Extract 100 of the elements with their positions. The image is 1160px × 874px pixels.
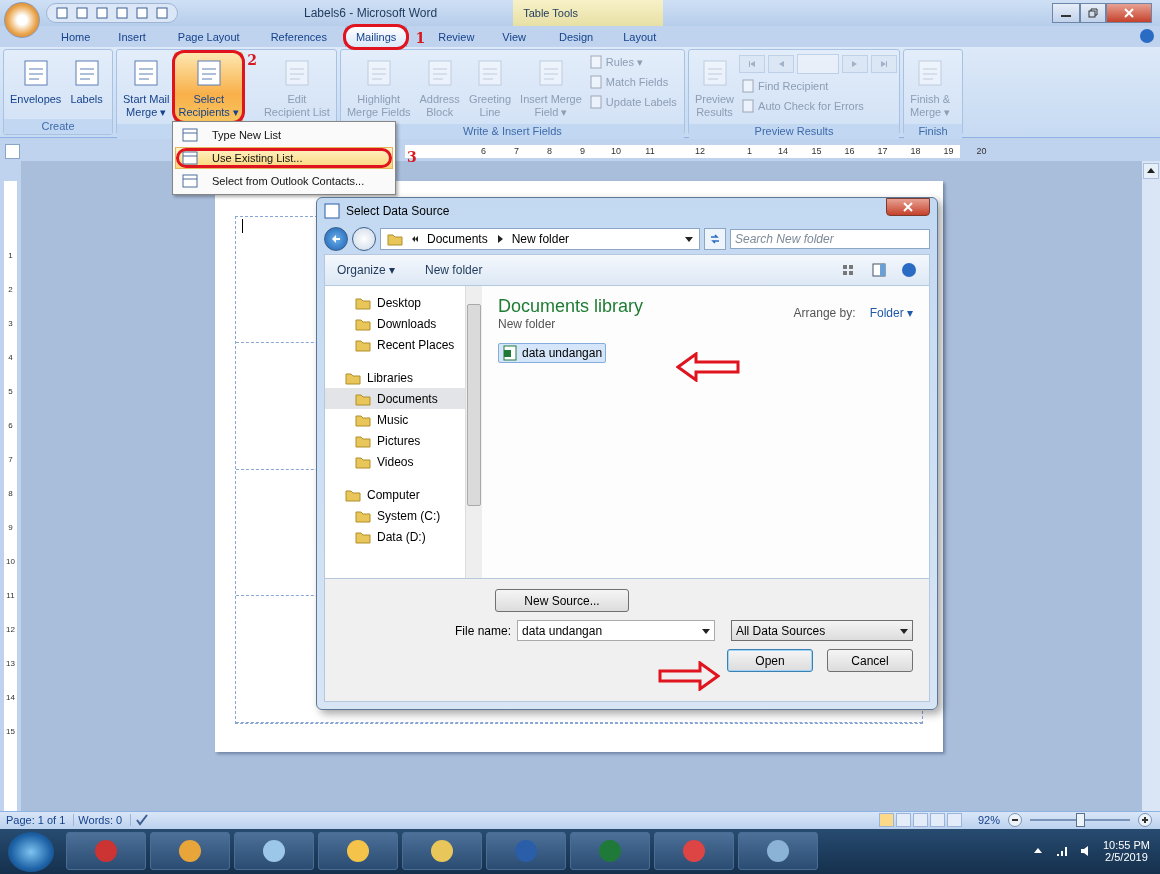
office-button[interactable] bbox=[4, 2, 40, 38]
forward-button[interactable] bbox=[352, 227, 376, 251]
triangle-icon bbox=[777, 60, 786, 68]
address-bar[interactable]: Documents New folder bbox=[380, 228, 700, 250]
step-number: 2 bbox=[247, 52, 257, 68]
restore-icon bbox=[1088, 8, 1098, 18]
ruler-number: 11 bbox=[6, 590, 15, 600]
tab-selector-button[interactable] bbox=[5, 143, 20, 159]
view-mode-button[interactable] bbox=[878, 813, 894, 828]
ruler-number: 10 bbox=[6, 556, 15, 566]
back-button[interactable] bbox=[324, 227, 348, 251]
ribbon-tab[interactable]: Review bbox=[427, 26, 486, 47]
small-document-icon bbox=[741, 79, 756, 93]
plus-icon bbox=[1141, 816, 1149, 825]
scrollbar-thumb[interactable] bbox=[467, 304, 481, 506]
minimize-icon bbox=[1061, 15, 1071, 17]
ribbon-tab[interactable]: Design bbox=[548, 26, 605, 47]
close-button[interactable] bbox=[1106, 3, 1152, 23]
file-type-dropdown[interactable]: All Data Sources bbox=[730, 620, 913, 641]
minimize-button[interactable] bbox=[1052, 3, 1080, 23]
refresh-button[interactable] bbox=[704, 228, 726, 250]
nav-item[interactable]: Music bbox=[325, 409, 465, 430]
ruler-number: 15 bbox=[6, 726, 15, 736]
dialog-button[interactable]: Cancel bbox=[827, 649, 913, 672]
triangle-icon bbox=[880, 60, 889, 68]
ribbon-button[interactable]: Labels bbox=[66, 52, 107, 117]
ruler-number: 1 bbox=[746, 146, 753, 157]
view-mode-button[interactable] bbox=[895, 813, 911, 828]
nav-item[interactable]: Documents bbox=[325, 388, 465, 409]
restore-button[interactable] bbox=[1080, 3, 1106, 23]
menu-item[interactable]: Select from Outlook Contacts... bbox=[175, 170, 393, 192]
ruler-number: 8 bbox=[546, 146, 553, 157]
arrange-label: Arrange by: bbox=[793, 306, 856, 320]
ribbon-tab[interactable]: Home bbox=[50, 26, 102, 47]
close-icon bbox=[1124, 8, 1134, 18]
ruler-number: 12 bbox=[694, 146, 706, 157]
zoom-out-button[interactable] bbox=[1008, 813, 1022, 828]
new-source-button[interactable]: New Source... bbox=[495, 589, 629, 612]
dialog-title: Select Data Source bbox=[346, 204, 450, 218]
nav-item[interactable]: Videos bbox=[325, 451, 465, 472]
ribbon-tab[interactable]: References bbox=[259, 26, 338, 47]
ruler-number: 7 bbox=[8, 454, 13, 464]
ruler-number: 18 bbox=[909, 146, 922, 157]
ribbon-tab[interactable]: Page Layout bbox=[166, 26, 251, 47]
toolbar-button[interactable]: New folder bbox=[425, 263, 483, 277]
taskbar-button[interactable] bbox=[318, 831, 398, 870]
taskbar-button[interactable] bbox=[150, 831, 230, 870]
clock[interactable]: 10:55 PM 2/5/2019 bbox=[1102, 838, 1150, 863]
breadcrumb-item[interactable]: New folder bbox=[511, 232, 570, 246]
view-mode-button[interactable] bbox=[929, 813, 945, 828]
taskbar-button[interactable] bbox=[234, 831, 314, 870]
scroll-up-button[interactable] bbox=[1143, 162, 1159, 179]
vertical-scrollbar[interactable] bbox=[1141, 160, 1160, 811]
taskbar-button[interactable] bbox=[402, 831, 482, 870]
arrange-dropdown[interactable]: Folder ▾ bbox=[869, 306, 913, 320]
nav-item[interactable]: Data (D:) bbox=[325, 526, 465, 547]
step-number: 1 bbox=[415, 30, 426, 46]
zoom-slider-thumb[interactable] bbox=[1076, 813, 1085, 828]
nav-item[interactable]: Computer bbox=[325, 484, 465, 505]
file-name-field[interactable]: data undangan bbox=[517, 620, 715, 641]
ribbon-tab[interactable]: Layout bbox=[612, 26, 668, 47]
search-field[interactable]: Search New folder bbox=[730, 229, 930, 249]
nav-item[interactable]: Desktop bbox=[325, 292, 465, 313]
group-label: Finish bbox=[904, 124, 963, 139]
ribbon-button[interactable]: Select Recipients ▾ bbox=[174, 52, 243, 122]
nav-item[interactable]: Downloads bbox=[325, 313, 465, 334]
file-item[interactable]: data undangan bbox=[498, 343, 607, 363]
ruler-number: 20 bbox=[975, 146, 988, 157]
dialog-button[interactable]: Open bbox=[727, 649, 813, 672]
close-button[interactable] bbox=[886, 198, 930, 216]
ruler-number: 16 bbox=[843, 146, 856, 157]
ruler-number: 9 bbox=[579, 146, 586, 157]
proofing-check-icon[interactable] bbox=[135, 813, 150, 828]
nav-item[interactable]: Libraries bbox=[325, 367, 465, 388]
ribbon-tab[interactable]: View bbox=[491, 26, 537, 47]
ruler-number: 12 bbox=[6, 624, 15, 634]
menu-item[interactable]: Use Existing List... bbox=[175, 147, 393, 169]
nav-scrollbar[interactable] bbox=[465, 286, 482, 578]
zoom-in-button[interactable] bbox=[1138, 813, 1152, 828]
ribbon-button[interactable]: Envelopes bbox=[6, 52, 66, 117]
zoom-percent[interactable]: 92% bbox=[977, 814, 1000, 827]
ribbon-tab[interactable]: Mailings bbox=[344, 26, 408, 47]
small-document-icon bbox=[741, 99, 756, 113]
ribbon-button[interactable]: Start Mail Merge ▾ bbox=[119, 52, 174, 122]
taskbar-button[interactable] bbox=[738, 831, 818, 870]
toolbar-button[interactable]: Organize ▾ bbox=[337, 263, 396, 277]
nav-item[interactable]: Recent Places bbox=[325, 334, 465, 355]
view-mode-button[interactable] bbox=[946, 813, 962, 828]
arrow-annotation bbox=[658, 661, 720, 691]
ribbon-tab[interactable]: Insert bbox=[107, 26, 157, 47]
nav-item[interactable]: System (C:) bbox=[325, 505, 465, 526]
preview-pane-icon[interactable] bbox=[871, 262, 887, 278]
ruler-number: 6 bbox=[8, 420, 13, 430]
start-button[interactable] bbox=[8, 831, 54, 872]
file-name-label: File name: bbox=[455, 623, 512, 638]
step-number: 3 bbox=[407, 149, 417, 165]
view-mode-button[interactable] bbox=[912, 813, 928, 828]
ruler-number: 14 bbox=[6, 692, 15, 702]
breadcrumb-item[interactable]: Documents bbox=[427, 232, 488, 246]
nav-item[interactable]: Pictures bbox=[325, 430, 465, 451]
